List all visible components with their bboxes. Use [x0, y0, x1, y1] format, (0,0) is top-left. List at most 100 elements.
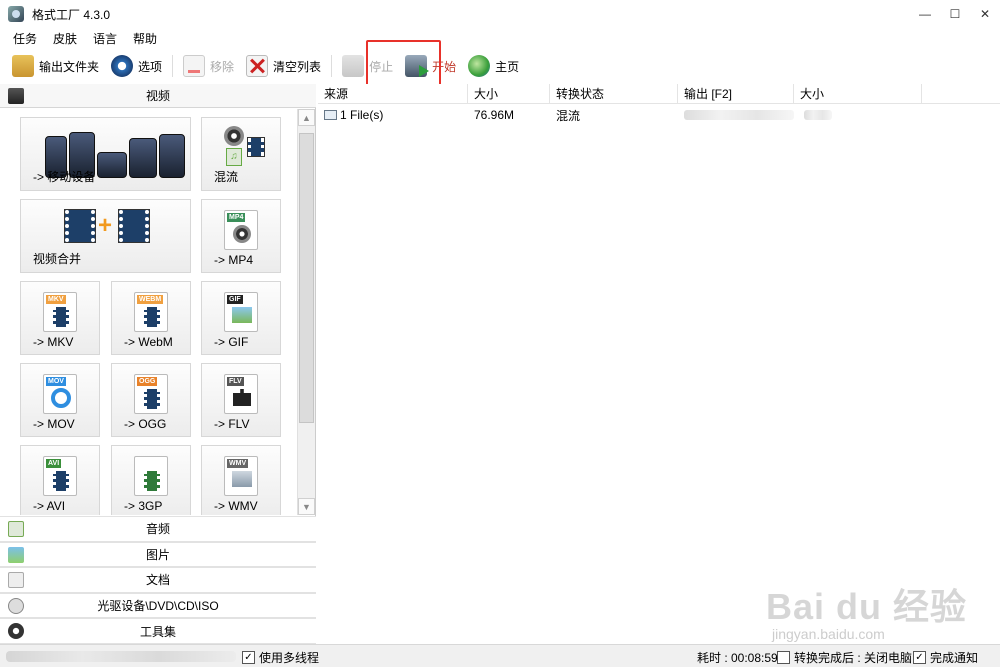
- options-button[interactable]: 选项: [109, 52, 164, 80]
- row-source-text: 1 File(s): [340, 108, 384, 122]
- home-label: 主页: [495, 59, 520, 74]
- menu-help[interactable]: 帮助: [130, 30, 160, 47]
- tile-avi-label: -> AVI: [33, 499, 66, 513]
- stop-button[interactable]: 停止: [340, 52, 395, 80]
- category-video-label: 视频: [145, 89, 170, 103]
- remove-label: 移除: [210, 59, 235, 74]
- tools-reel-icon: [8, 623, 24, 640]
- tile-wmv[interactable]: WMV -> WMV: [201, 445, 281, 515]
- options-label: 选项: [138, 59, 163, 74]
- category-audio[interactable]: 音频: [0, 516, 316, 542]
- redacted-status-text: [6, 651, 236, 662]
- table-row[interactable]: 1 File(s) 76.96M 混流: [318, 104, 1000, 126]
- app-icon: [8, 6, 24, 22]
- mkv-file-icon: MKV: [43, 292, 77, 332]
- col-output-size[interactable]: 大小: [794, 84, 922, 103]
- notify-label: 完成通知: [930, 651, 979, 665]
- col-status[interactable]: 转换状态: [550, 84, 678, 103]
- tile-avi[interactable]: AVI -> AVI: [20, 445, 100, 515]
- image-icon: [8, 546, 24, 563]
- tile-gif[interactable]: GIF -> GIF: [201, 281, 281, 355]
- output-folder-button[interactable]: 输出文件夹: [10, 52, 101, 80]
- menu-skin[interactable]: 皮肤: [50, 30, 80, 47]
- scroll-thumb[interactable]: [299, 133, 314, 423]
- redacted-output-path: [684, 110, 794, 120]
- avi-file-icon: AVI: [43, 456, 77, 496]
- category-disc[interactable]: 光驱设备\DVD\CD\ISO: [0, 592, 316, 619]
- elapsed-time-text: 耗时 : 00:08:59: [697, 651, 778, 665]
- webm-file-icon: WEBM: [134, 292, 168, 332]
- redacted-output-size: [804, 110, 832, 120]
- multithread-option[interactable]: ✓ 使用多线程: [242, 649, 319, 666]
- category-image[interactable]: 图片: [0, 541, 316, 568]
- tile-webm-label: -> WebM: [124, 335, 173, 349]
- tile-flv-label: -> FLV: [214, 417, 250, 431]
- window-controls: — ☐ ✕: [910, 0, 1000, 28]
- tile-scrollbar[interactable]: ▲ ▼: [297, 109, 315, 515]
- task-list-header: 来源 大小 转换状态 输出 [F2] 大小: [318, 84, 1000, 104]
- category-audio-label: 音频: [145, 522, 170, 537]
- category-tools-label: 工具集: [139, 624, 176, 639]
- col-output[interactable]: 输出 [F2]: [678, 84, 794, 103]
- gif-file-icon: GIF: [224, 292, 258, 332]
- close-button[interactable]: ✕: [970, 0, 1000, 28]
- title-bar: 格式工厂 4.3.0 — ☐ ✕: [0, 0, 1000, 28]
- after-convert-option[interactable]: 转换完成后 : 关闭电脑: [777, 649, 912, 666]
- toolbar: 输出文件夹 选项 移除 清空列表 停止 开始 主页: [0, 50, 1000, 82]
- elapsed-time: 耗时 : 00:08:59: [697, 649, 778, 666]
- 3gp-file-icon: [134, 456, 168, 496]
- mp4-file-icon: MP4: [224, 210, 258, 250]
- stop-label: 停止: [369, 59, 394, 74]
- toolbar-separator: [331, 55, 333, 77]
- maximize-button[interactable]: ☐: [940, 0, 970, 28]
- tile-mov[interactable]: MOV -> MOV: [20, 363, 100, 437]
- tile-wmv-label: -> WMV: [214, 499, 258, 513]
- output-folder-label: 输出文件夹: [39, 59, 100, 74]
- start-label: 开始: [432, 59, 457, 74]
- notify-checkbox[interactable]: ✓: [913, 651, 926, 664]
- category-document[interactable]: 文档: [0, 567, 316, 593]
- file-list-icon: [324, 110, 337, 120]
- tile-mkv[interactable]: MKV -> MKV: [20, 281, 100, 355]
- tile-mp4-label: -> MP4: [214, 253, 254, 267]
- remove-icon: [183, 55, 206, 77]
- multithread-checkbox[interactable]: ✓: [242, 651, 255, 664]
- tile-webm[interactable]: WEBM -> WebM: [111, 281, 191, 355]
- col-source[interactable]: 来源: [318, 84, 468, 103]
- mov-file-icon: MOV: [43, 374, 77, 414]
- tile-mov-label: -> MOV: [33, 417, 75, 431]
- tile-flv[interactable]: FLV -> FLV: [201, 363, 281, 437]
- category-document-label: 文档: [145, 573, 170, 588]
- tile-ogg[interactable]: OGG -> OGG: [111, 363, 191, 437]
- tile-3gp[interactable]: -> 3GP: [111, 445, 191, 515]
- menu-task[interactable]: 任务: [10, 30, 40, 47]
- category-tools[interactable]: 工具集: [0, 618, 316, 644]
- col-size[interactable]: 大小: [468, 84, 550, 103]
- remove-button[interactable]: 移除: [181, 52, 236, 80]
- category-video[interactable]: 视频: [0, 84, 316, 108]
- video-icon: [8, 88, 24, 104]
- category-image-label: 图片: [145, 547, 170, 562]
- tile-mp4[interactable]: MP4 -> MP4: [201, 199, 281, 273]
- after-convert-checkbox[interactable]: [777, 651, 790, 664]
- tile-video-merge[interactable]: + 视频合并: [20, 199, 191, 273]
- row-source: 1 File(s): [318, 104, 468, 126]
- notify-option[interactable]: ✓ 完成通知: [913, 649, 978, 666]
- tile-mobile-device[interactable]: -> 移动设备: [20, 117, 191, 191]
- row-status: 混流: [556, 108, 581, 123]
- scroll-up-arrow[interactable]: ▲: [298, 109, 315, 126]
- minimize-button[interactable]: —: [910, 0, 940, 28]
- menu-language[interactable]: 语言: [90, 30, 120, 47]
- tile-mux[interactable]: ♫ 混流: [201, 117, 281, 191]
- scroll-down-arrow[interactable]: ▼: [298, 498, 315, 515]
- clear-list-button[interactable]: 清空列表: [244, 52, 323, 80]
- clear-list-icon: [246, 55, 269, 77]
- start-button[interactable]: 开始: [403, 52, 458, 80]
- tile-gif-label: -> GIF: [214, 335, 249, 349]
- tile-3gp-label: -> 3GP: [124, 499, 163, 513]
- row-output-redacted: [678, 104, 794, 126]
- home-button[interactable]: 主页: [466, 52, 521, 80]
- category-disc-label: 光驱设备\DVD\CD\ISO: [97, 599, 219, 614]
- wmv-file-icon: WMV: [224, 456, 258, 496]
- toolbar-separator: [172, 55, 174, 77]
